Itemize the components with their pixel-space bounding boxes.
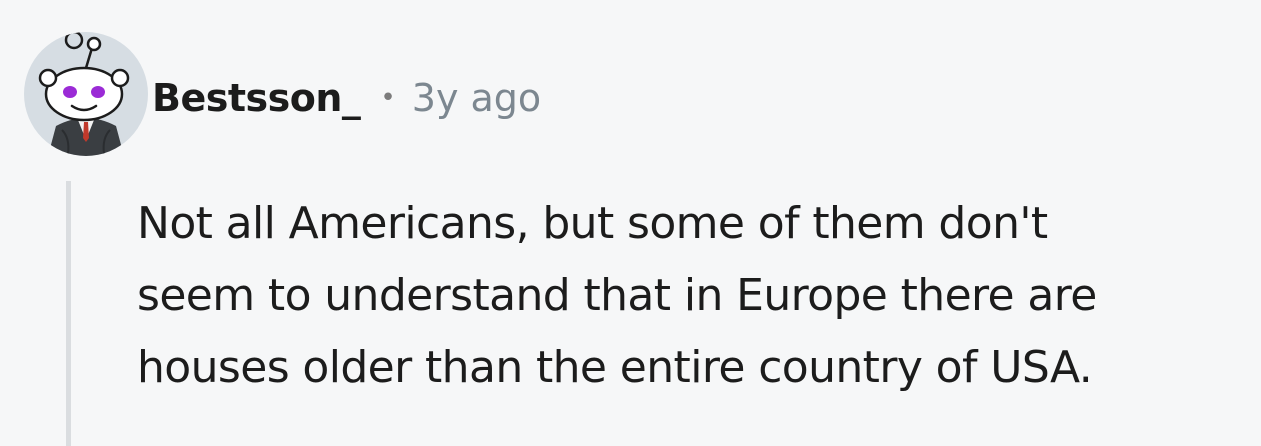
comment-body: Not all Americans, but some of them don'…	[137, 188, 1247, 404]
thread-collapse-line[interactable]	[66, 181, 71, 446]
comment: Bestsson_ • 3y ago Not all Americans, bu…	[0, 0, 1261, 446]
comment-body-line: Not all Americans, but some of them don'…	[137, 198, 1048, 249]
avatar[interactable]	[22, 30, 150, 156]
snoo-avatar-icon	[24, 32, 148, 156]
comment-timestamp[interactable]: 3y ago	[412, 76, 541, 120]
author-username[interactable]: Bestsson_	[152, 76, 361, 120]
comment-body-line: houses older than the entire country of …	[137, 342, 1093, 393]
comment-header: Bestsson_ • 3y ago	[152, 68, 541, 128]
meta-separator: •	[380, 83, 396, 113]
comment-body-line: seem to understand that in Europe there …	[137, 270, 1097, 321]
